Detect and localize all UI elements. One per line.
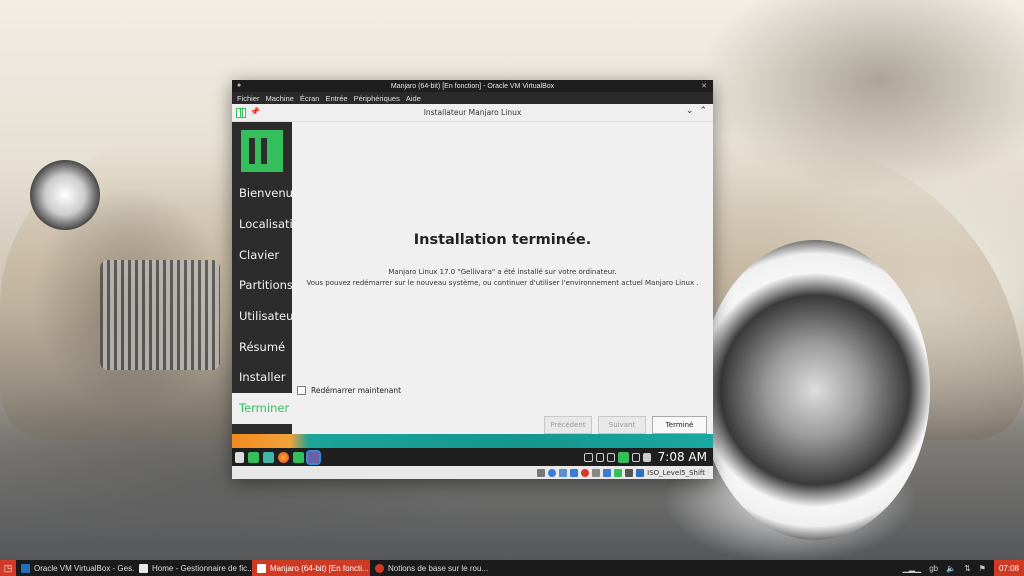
app-menu-icon[interactable] bbox=[235, 451, 244, 463]
manjaro-tray-icon[interactable] bbox=[617, 451, 629, 463]
maximize-chevron-icon[interactable]: ⌃ bbox=[699, 106, 707, 116]
vbox-statusbar: ISO_Level5_Shift bbox=[232, 466, 713, 479]
vm-window-icon bbox=[257, 563, 266, 573]
sidebar-step-terminer: Terminer bbox=[232, 392, 292, 424]
pin-icon[interactable]: 📌 bbox=[250, 107, 260, 116]
sidebar-step-utilisateurs: Utilisateurs bbox=[239, 309, 292, 324]
bluetooth-icon[interactable]: ⚑ bbox=[979, 564, 986, 573]
finish-button[interactable]: Terminé bbox=[652, 416, 707, 434]
network-tray-icon[interactable]: ⇅ bbox=[964, 564, 971, 573]
installer-content: Installation terminée. Manjaro Linux 17.… bbox=[292, 122, 713, 434]
folder-icon bbox=[139, 563, 148, 573]
wallpaper-wheel bbox=[700, 240, 930, 540]
keyboard-layout-indicator[interactable]: gb bbox=[929, 564, 938, 573]
task-label: Oracle VM VirtualBox - Ges... bbox=[34, 563, 134, 573]
speaker-icon[interactable]: 🔈 bbox=[946, 564, 956, 573]
usb-status-icon[interactable] bbox=[570, 468, 579, 477]
guest-screen: 📌 Installateur Manjaro Linux ⌄ ⌃ Bienven… bbox=[232, 104, 713, 466]
window-close-icon[interactable]: ✕ bbox=[701, 82, 707, 90]
recording-status-icon[interactable] bbox=[603, 468, 612, 477]
sidebar-step-resume: Résumé bbox=[239, 339, 286, 354]
active-window-icon[interactable] bbox=[306, 449, 321, 465]
installer-title: Installateur Manjaro Linux bbox=[423, 108, 522, 117]
taskbar-item-virtualbox-manager[interactable]: Oracle VM VirtualBox - Ges... bbox=[16, 560, 134, 576]
window-menu-icon[interactable]: ● bbox=[237, 82, 241, 89]
taskbar-item-file-manager[interactable]: Home - Gestionnaire de fic... bbox=[134, 560, 252, 576]
mouse-status-icon[interactable] bbox=[625, 468, 634, 477]
sidebar-step-installer: Installer bbox=[239, 370, 286, 385]
clipboard-icon[interactable] bbox=[606, 452, 615, 462]
restart-now-label[interactable]: Redémarrer maintenant bbox=[311, 386, 401, 395]
menu-peripheriques[interactable]: Périphériques bbox=[354, 94, 400, 103]
next-button[interactable]: Suivant bbox=[598, 416, 646, 434]
show-desktop-icon[interactable] bbox=[248, 451, 259, 463]
vbox-title: Manjaro (64-bit) [En fonction] - Oracle … bbox=[390, 82, 555, 90]
installer-titlebar[interactable]: 📌 Installateur Manjaro Linux ⌄ ⌃ bbox=[232, 104, 713, 122]
trash-icon[interactable] bbox=[595, 452, 604, 462]
guest-tray: 7:08 AM bbox=[583, 450, 713, 464]
restart-now-option[interactable]: Redémarrer maintenant bbox=[297, 386, 401, 395]
file-manager-icon[interactable] bbox=[263, 451, 274, 463]
menu-machine[interactable]: Machine bbox=[266, 94, 294, 103]
network-status-icon[interactable] bbox=[559, 468, 568, 477]
start-menu-icon[interactable]: ◳ bbox=[0, 560, 16, 576]
virtualbox-icon bbox=[21, 563, 30, 573]
finished-message-line2: Vous pouvez redémarrer sur le nouveau sy… bbox=[306, 279, 699, 287]
installer-launcher-icon[interactable] bbox=[293, 451, 304, 463]
wallpaper-grille bbox=[100, 260, 220, 370]
optical-status-icon[interactable] bbox=[548, 468, 557, 477]
workspace-icon[interactable] bbox=[583, 452, 593, 462]
taskbar-item-browser[interactable]: Notions de base sur le rou... bbox=[370, 560, 488, 576]
sidebar-step-localisation: Localisation bbox=[239, 217, 292, 232]
previous-button[interactable]: Précédent bbox=[544, 416, 592, 434]
menu-aide[interactable]: Aide bbox=[406, 94, 421, 103]
guest-desktop-strip bbox=[232, 434, 713, 448]
keyboard-status-icon[interactable] bbox=[636, 468, 645, 477]
minimize-chevron-icon[interactable]: ⌄ bbox=[686, 106, 694, 116]
vbox-menubar: Fichier Machine Écran Entrée Périphériqu… bbox=[232, 92, 713, 104]
host-tray: ▁▂▁ gb 🔈 ⇅ ⚑ 07:08 bbox=[903, 560, 1024, 576]
finished-message-line1: Manjaro Linux 17.0 "Gellivara" a été ins… bbox=[388, 268, 617, 276]
manjaro-logo-icon bbox=[236, 108, 246, 118]
browser-icon bbox=[375, 563, 384, 573]
task-label: Home - Gestionnaire de fic... bbox=[152, 563, 252, 573]
virtualbox-window: ● Manjaro (64-bit) [En fonction] - Oracl… bbox=[232, 80, 713, 479]
network-graph-icon[interactable]: ▁▂▁ bbox=[903, 564, 921, 573]
sidebar-step-partitions: Partitions bbox=[239, 278, 292, 293]
sidebar-step-bienvenue: Bienvenue bbox=[239, 186, 292, 201]
restart-now-checkbox[interactable] bbox=[297, 386, 306, 395]
volume-icon[interactable] bbox=[642, 452, 651, 462]
task-label: Manjaro (64-bit) [En foncti... bbox=[270, 563, 369, 573]
cpu-status-icon[interactable] bbox=[614, 468, 623, 477]
menu-ecran[interactable]: Écran bbox=[300, 94, 320, 103]
finished-heading: Installation terminée. bbox=[413, 232, 592, 248]
display-status-icon[interactable] bbox=[592, 468, 601, 477]
host-taskbar: ◳ Oracle VM VirtualBox - Ges... Home - G… bbox=[0, 560, 1024, 576]
guest-clock[interactable]: 7:08 AM bbox=[658, 450, 707, 464]
guest-taskbar: 7:08 AM bbox=[232, 448, 713, 466]
manjaro-sidebar-logo-icon bbox=[241, 130, 283, 172]
task-label: Notions de base sur le rou... bbox=[388, 563, 488, 573]
sidebar-step-clavier: Clavier bbox=[239, 247, 280, 262]
firefox-icon[interactable] bbox=[278, 451, 289, 463]
installer-sidebar: Bienvenue Localisation Clavier Partition… bbox=[232, 122, 292, 434]
shared-folder-status-icon[interactable] bbox=[581, 468, 590, 477]
menu-fichier[interactable]: Fichier bbox=[237, 94, 260, 103]
menu-entree[interactable]: Entrée bbox=[325, 94, 347, 103]
taskbar-item-manjaro-vm[interactable]: Manjaro (64-bit) [En foncti... bbox=[252, 560, 370, 576]
host-key-label: ISO_Level5_Shift bbox=[647, 468, 705, 477]
wallpaper-headlight bbox=[30, 160, 100, 230]
hdd-status-icon[interactable] bbox=[537, 468, 546, 477]
vbox-titlebar[interactable]: ● Manjaro (64-bit) [En fonction] - Oracl… bbox=[232, 80, 713, 92]
host-clock[interactable]: 07:08 bbox=[993, 560, 1024, 576]
network-icon[interactable] bbox=[631, 452, 640, 462]
